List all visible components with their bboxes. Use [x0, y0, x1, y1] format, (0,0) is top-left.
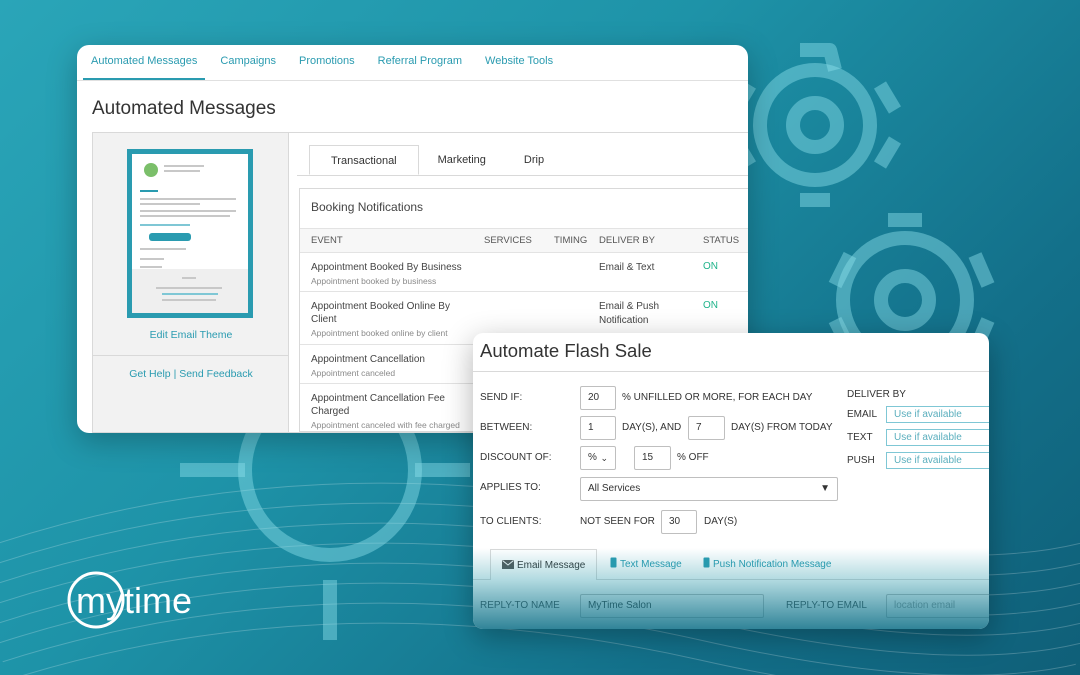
phone-icon [610, 557, 617, 568]
page-title: Automated Messages [92, 98, 276, 119]
tab-push-notification-message[interactable]: Push Notification Message [692, 549, 842, 580]
send-feedback-link[interactable]: Send Feedback [179, 368, 253, 380]
event-description: Appointment booked by business [311, 276, 437, 286]
edit-email-theme-link[interactable]: Edit Email Theme [93, 329, 289, 341]
tab-text-message[interactable]: Text Message [599, 549, 693, 580]
column-header-timing: TIMING [554, 235, 588, 246]
tab-transactional[interactable]: Transactional [309, 145, 419, 175]
gear-icon [728, 43, 902, 207]
not-seen-for-label: NOT SEEN FOR [580, 516, 655, 527]
send-if-label: SEND IF: [480, 392, 523, 403]
tab-drip[interactable]: Drip [505, 145, 563, 175]
discount-suffix: % OFF [677, 452, 709, 463]
deliver-channel-text: TEXT [847, 432, 873, 443]
nav-tab-automated-messages[interactable]: Automated Messages [83, 45, 206, 80]
push-deliver-select[interactable]: Use if available [886, 452, 989, 469]
not-seen-suffix: DAY(S) [704, 516, 738, 527]
email-theme-thumbnail[interactable] [127, 149, 253, 318]
between-to-input[interactable]: 7 [688, 416, 725, 440]
tab-email-message[interactable]: Email Message [490, 549, 598, 580]
discount-label: DISCOUNT OF: [480, 452, 552, 463]
flash-sale-title: Automate Flash Sale [480, 340, 652, 361]
get-help-link[interactable]: Get Help [129, 368, 170, 380]
deliver-by-label: DELIVER BY [847, 389, 906, 400]
top-nav: Automated Messages Campaigns Promotions … [77, 45, 748, 81]
to-clients-label: TO CLIENTS: [480, 516, 542, 527]
event-description: Appointment booked online by client [311, 328, 448, 338]
reply-to-email-label: REPLY-TO EMAIL [786, 600, 867, 611]
between-from-input[interactable]: 1 [580, 416, 616, 440]
status-badge[interactable]: ON [703, 300, 718, 311]
table-row[interactable]: Appointment Booked By Business Appointme… [300, 253, 748, 292]
column-header-event: EVENT [311, 235, 343, 246]
status-badge[interactable]: ON [703, 261, 718, 272]
mytime-logo: mytime [66, 570, 266, 635]
event-description: Appointment canceled with fee charged [311, 420, 460, 430]
column-header-services: SERVICES [484, 235, 532, 246]
deliver-by-value: Email & Push Notification [599, 301, 660, 326]
caret-down-icon: ▼ [820, 483, 830, 494]
nav-tab-promotions[interactable]: Promotions [291, 45, 363, 80]
reply-to-email-input[interactable]: location email [886, 594, 989, 618]
applies-to-select[interactable]: All Services ▼ [580, 477, 838, 501]
email-deliver-select[interactable]: Use if available [886, 406, 989, 423]
phone-icon [703, 557, 710, 568]
reply-to-name-input[interactable]: MyTime Salon [580, 594, 764, 618]
logo-text: mytime [76, 580, 192, 621]
discount-value-input[interactable]: 15 [634, 446, 671, 470]
section-title: Booking Notifications [300, 189, 748, 229]
automate-flash-sale-window: Automate Flash Sale SEND IF: 20 % UNFILL… [473, 333, 989, 629]
thumbnail-button [149, 233, 191, 241]
event-name: Appointment Booked By Business [311, 262, 462, 273]
between-mid-text: DAY(S), AND [622, 422, 682, 433]
between-suffix: DAY(S) FROM TODAY [731, 422, 833, 433]
event-name: Appointment Cancellation [311, 354, 425, 365]
column-header-status: STATUS [703, 235, 740, 246]
applies-to-label: APPLIES TO: [480, 482, 541, 493]
help-links: Get Help | Send Feedback [93, 368, 289, 380]
column-header-deliver-by: DELIVER BY [599, 235, 655, 246]
event-name: Appointment Cancellation Fee Charged [311, 393, 445, 417]
message-type-tabs: Transactional Marketing Drip [309, 145, 563, 175]
table-header: EVENT SERVICES TIMING DELIVER BY STATUS [300, 229, 748, 253]
discount-type-select[interactable]: % ⌄ [580, 446, 616, 470]
link-separator: | [173, 368, 177, 380]
tab-marketing[interactable]: Marketing [419, 145, 505, 175]
send-if-suffix: % UNFILLED OR MORE, FOR EACH DAY [622, 392, 813, 403]
deliver-by-value: Email & Text [599, 262, 655, 273]
event-description: Appointment canceled [311, 368, 396, 378]
between-label: BETWEEN: [480, 422, 533, 433]
nav-tab-referral-program[interactable]: Referral Program [370, 45, 470, 80]
envelope-icon [502, 560, 514, 569]
nav-tab-website-tools[interactable]: Website Tools [477, 45, 561, 80]
deliver-channel-email: EMAIL [847, 409, 878, 420]
not-seen-days-input[interactable]: 30 [661, 510, 697, 534]
salon-logo-icon [144, 163, 158, 177]
deliver-channel-push: PUSH [847, 455, 875, 466]
chevron-down-icon: ⌄ [600, 453, 608, 463]
event-name: Appointment Booked Online By Client [311, 301, 450, 325]
reply-to-name-label: REPLY-TO NAME [480, 600, 560, 611]
text-deliver-select[interactable]: Use if available [886, 429, 989, 446]
nav-tab-campaigns[interactable]: Campaigns [212, 45, 284, 80]
email-theme-panel: Edit Email Theme Get Help | Send Feedbac… [93, 133, 289, 432]
send-if-input[interactable]: 20 [580, 386, 616, 410]
